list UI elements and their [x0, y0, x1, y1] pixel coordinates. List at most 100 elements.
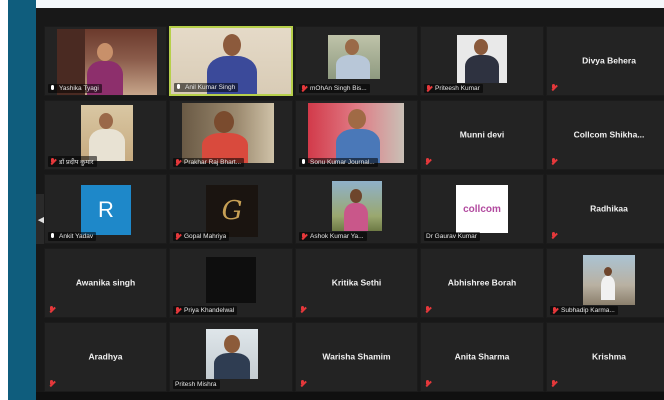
participant-name-label: Ankit Yadav	[48, 232, 97, 241]
muted-microphone-icon	[425, 306, 431, 313]
participant-tile-subhadip-karmakar[interactable]: Subhadip Karma...	[546, 248, 664, 318]
participant-tile-collcom-shikha[interactable]: Collcom Shikha...	[546, 100, 664, 170]
participant-tile-anita-sharma[interactable]: Anita Sharma	[420, 322, 544, 392]
participant-tile-dr-gaurav-kumar[interactable]: collcom Dr Gaurav Kumar	[420, 174, 544, 244]
participant-tile-priya-khandelwal[interactable]: Priya Khandelwal	[169, 248, 293, 318]
meeting-controls-bar	[36, 392, 664, 400]
profile-logo: G	[206, 185, 258, 237]
participant-name-label: डॉ प्रदीप कुमार	[48, 156, 97, 167]
participant-tile-anil-kumar-singh[interactable]: Anil Kumar Singh	[169, 26, 293, 96]
microphone-icon	[50, 233, 56, 240]
participant-tile-pritesh-mishra[interactable]: Pritesh Mishra	[169, 322, 293, 392]
muted-microphone-icon	[175, 233, 181, 240]
participant-tile-mohan-singh[interactable]: mOhAn Singh Bis...	[295, 26, 418, 96]
muted-microphone-icon	[49, 380, 55, 387]
participant-tile-warisha-shamim[interactable]: Warisha Shamim	[295, 322, 418, 392]
participant-tile-gopal-mahriya[interactable]: G Gopal Mahriya	[169, 174, 293, 244]
participant-name-label: Ashok Kumar Ya...	[299, 232, 367, 241]
muted-microphone-icon	[551, 158, 557, 165]
muted-microphone-icon	[300, 380, 306, 387]
participant-tile-abhishree-borah[interactable]: Abhishree Borah	[420, 248, 544, 318]
participant-name-label: Subhadip Karma...	[550, 306, 618, 315]
participant-tile-yashika-tyagi[interactable]: Yashika Tyagi	[44, 26, 167, 96]
video-feed	[457, 35, 507, 83]
muted-microphone-icon	[426, 85, 432, 92]
participant-name-label: Gopal Mahriya	[173, 232, 230, 241]
participant-name: Ashok Kumar Ya...	[310, 233, 364, 240]
participant-tile-ashok-kumar[interactable]: Ashok Kumar Ya...	[295, 174, 418, 244]
gallery-view: Yashika Tyagi Anil Kumar Singh mOhAn Sin…	[44, 26, 664, 400]
participant-display-name: Krishma	[591, 351, 626, 362]
video-feed	[332, 181, 382, 231]
participant-tile-prakhar-raj-bharti[interactable]: Prakhar Raj Bhart...	[169, 100, 293, 170]
video-feed	[206, 329, 258, 379]
participant-name-label: Anil Kumar Singh	[174, 83, 239, 92]
muted-microphone-icon	[300, 306, 306, 313]
participant-name: Prakhar Raj Bhart...	[184, 159, 242, 166]
participant-display-name: Aradhya	[88, 351, 123, 362]
participant-tile-radhikaa[interactable]: Radhikaa	[546, 174, 664, 244]
muted-microphone-icon	[552, 307, 558, 314]
video-feed	[206, 257, 256, 303]
participant-tile-awanika-singh[interactable]: Awanika singh	[44, 248, 167, 318]
participant-name-label: Pritesh Mishra	[173, 380, 220, 389]
participant-name: Ankit Yadav	[59, 233, 94, 240]
participant-tile-krishma[interactable]: Krishma	[546, 322, 664, 392]
participant-name: Subhadip Karma...	[561, 307, 615, 314]
participant-name: Priya Khandelwal	[184, 307, 235, 314]
microphone-icon	[176, 84, 182, 91]
muted-microphone-icon	[551, 232, 557, 239]
muted-microphone-icon	[425, 380, 431, 387]
video-feed	[81, 105, 133, 161]
muted-microphone-icon	[301, 85, 307, 92]
video-feed	[182, 103, 274, 163]
muted-microphone-icon	[175, 159, 181, 166]
participant-tile-sonu-kumar[interactable]: Sonu Kumar Journal...	[295, 100, 418, 170]
muted-microphone-icon	[425, 158, 431, 165]
photo-left-edge	[0, 0, 8, 400]
participant-display-name: Awanika singh	[75, 277, 136, 288]
participant-tile-aradhya[interactable]: Aradhya	[44, 322, 167, 392]
participant-display-name: Radhikaa	[590, 203, 628, 214]
video-feed	[583, 255, 635, 305]
participant-tile-divya-behera[interactable]: Divya Behera	[546, 26, 664, 96]
participant-display-name: Kritika Sethi	[331, 277, 382, 288]
participant-name: Dr Gaurav Kumar	[426, 233, 477, 240]
participant-name-label: Priya Khandelwal	[173, 306, 238, 315]
muted-microphone-icon	[551, 380, 557, 387]
muted-microphone-icon	[551, 84, 557, 91]
participant-name-label: Priteesh Kumar	[424, 84, 483, 93]
collcom-logo: collcom	[456, 185, 508, 233]
participant-tile-kritika-sethi[interactable]: Kritika Sethi	[295, 248, 418, 318]
participant-display-name: Munni devi	[459, 129, 505, 140]
avatar: R	[81, 185, 131, 235]
participant-name: Gopal Mahriya	[184, 233, 227, 240]
participant-display-name: Collcom Shikha...	[573, 129, 645, 140]
video-feed	[308, 103, 404, 163]
participant-tile-ankit-yadav[interactable]: R Ankit Yadav	[44, 174, 167, 244]
participant-name: mOhAn Singh Bis...	[310, 85, 367, 92]
muted-microphone-icon	[175, 307, 181, 314]
monitor-bezel	[8, 0, 36, 400]
muted-microphone-icon	[49, 306, 55, 313]
participant-display-name: Anita Sharma	[454, 351, 510, 362]
participant-name-label: Dr Gaurav Kumar	[424, 232, 480, 241]
participant-name: Sonu Kumar Journal...	[310, 159, 375, 166]
participant-tile-priteesh-kumar[interactable]: Priteesh Kumar	[420, 26, 544, 96]
muted-microphone-icon	[301, 233, 307, 240]
participant-tile-pradeep-kumar[interactable]: डॉ प्रदीप कुमार	[44, 100, 167, 170]
participant-name-label: mOhAn Singh Bis...	[299, 84, 370, 93]
participant-name-label: Yashika Tyagi	[48, 84, 102, 93]
participant-name-label: Prakhar Raj Bhart...	[173, 158, 245, 167]
participant-tile-munni-devi[interactable]: Munni devi	[420, 100, 544, 170]
photo-top-edge	[0, 0, 664, 8]
participant-display-name: Warisha Shamim	[322, 351, 391, 362]
muted-microphone-icon	[50, 158, 56, 165]
participant-display-name: Abhishree Borah	[447, 277, 517, 288]
participant-name-label: Sonu Kumar Journal...	[299, 158, 378, 167]
participant-display-name: Divya Behera	[582, 55, 636, 66]
meeting-window: ◀ Yashika Tyagi Anil Kumar Singh mOhAn S…	[36, 8, 664, 400]
microphone-icon	[50, 85, 56, 92]
microphone-icon	[301, 159, 307, 166]
participant-name: डॉ प्रदीप कुमार	[59, 159, 94, 166]
